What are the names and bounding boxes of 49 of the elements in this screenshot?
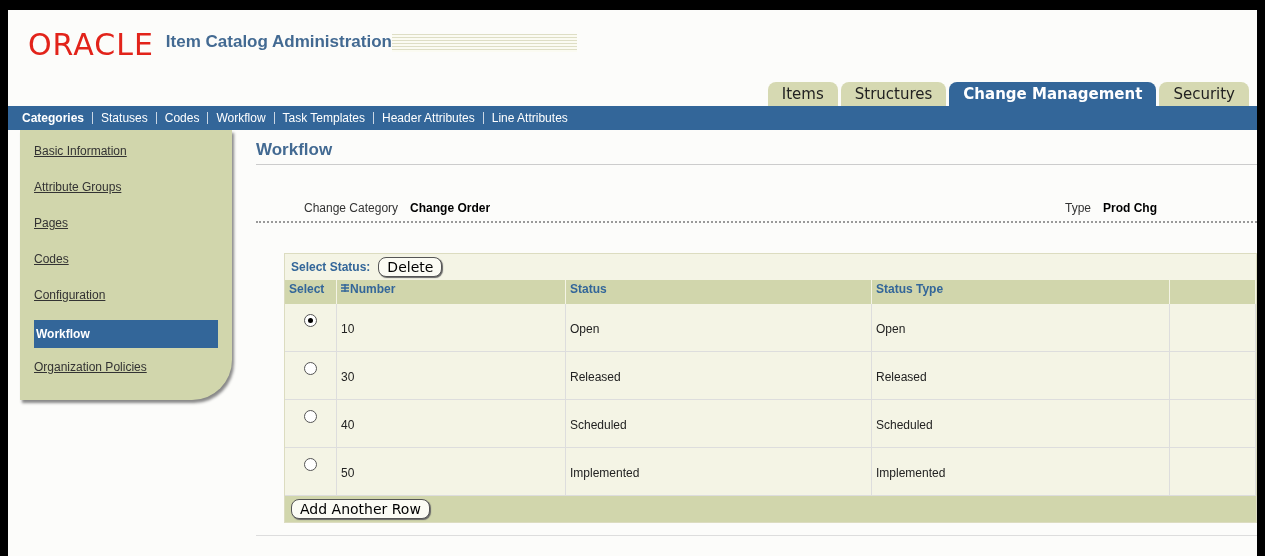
field-label: Type bbox=[1065, 201, 1091, 215]
oracle-logo: ORACLE bbox=[28, 28, 154, 62]
table-cell: Scheduled bbox=[566, 400, 872, 448]
column-header: Number bbox=[337, 280, 566, 304]
sidebar-link[interactable]: Organization Policies bbox=[34, 356, 232, 392]
table-cell: Scheduled bbox=[872, 400, 1170, 448]
table-cell: Implemented bbox=[872, 448, 1170, 496]
add-row-button[interactable]: Add Another Row bbox=[291, 499, 430, 519]
subnav-link[interactable]: Task Templates bbox=[282, 111, 366, 125]
page-heading: Workflow bbox=[256, 130, 1257, 165]
required-icon bbox=[341, 284, 349, 292]
field-value: Prod Chg bbox=[1103, 201, 1157, 215]
radio-button[interactable] bbox=[304, 458, 317, 471]
column-header: Status bbox=[566, 280, 872, 304]
table-cell: 30 bbox=[337, 352, 566, 400]
radio-button[interactable] bbox=[304, 314, 317, 327]
field-label: Change Category bbox=[304, 201, 399, 215]
table-cell: 10 bbox=[337, 304, 566, 352]
table-cell: Released bbox=[566, 352, 872, 400]
sidebar-link[interactable]: Attribute Groups bbox=[34, 176, 232, 212]
subnav-link[interactable]: Categories bbox=[22, 111, 85, 125]
sidebar-link[interactable]: Pages bbox=[34, 212, 232, 248]
nav-tab[interactable]: Security bbox=[1159, 82, 1249, 106]
table-cell: Open bbox=[872, 304, 1170, 352]
nav-tab[interactable]: Change Management bbox=[949, 82, 1157, 106]
subnav-link[interactable]: Workflow bbox=[216, 111, 266, 125]
subnav-link[interactable]: Statuses bbox=[101, 111, 148, 125]
subnav-link[interactable]: Codes bbox=[164, 111, 200, 125]
app-title: Item Catalog Administration bbox=[165, 32, 392, 52]
column-header: Select bbox=[285, 280, 337, 304]
subnav-link[interactable]: Line Attributes bbox=[491, 111, 568, 125]
sidebar-link[interactable]: Configuration bbox=[34, 284, 232, 320]
radio-button[interactable] bbox=[304, 410, 317, 423]
subnav-link[interactable]: Header Attributes bbox=[382, 111, 475, 125]
sidebar-link[interactable]: Basic Information bbox=[34, 140, 232, 176]
field-value: Change Order bbox=[410, 201, 491, 215]
nav-tab[interactable]: Structures bbox=[840, 82, 947, 106]
table-cell: Open bbox=[566, 304, 872, 352]
sidebar-link[interactable]: Codes bbox=[34, 248, 232, 284]
delete-button[interactable]: Delete bbox=[378, 257, 443, 277]
select-status-label: Select Status: bbox=[291, 260, 371, 274]
table-cell: 40 bbox=[337, 400, 566, 448]
column-header: Status Type bbox=[872, 280, 1170, 304]
table-cell: 50 bbox=[337, 448, 566, 496]
sidebar-link[interactable]: Workflow bbox=[34, 320, 218, 348]
table-cell: Implemented bbox=[566, 448, 872, 496]
table-cell: Released bbox=[872, 352, 1170, 400]
radio-button[interactable] bbox=[304, 362, 317, 375]
nav-tab[interactable]: Items bbox=[767, 82, 838, 106]
